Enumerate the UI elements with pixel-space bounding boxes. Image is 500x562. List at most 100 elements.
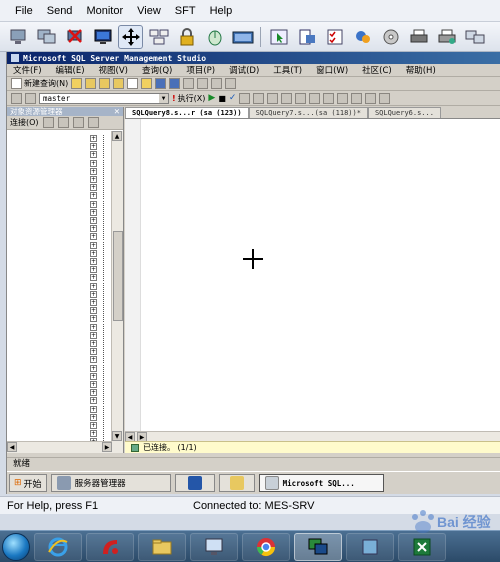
tree-expand-icon[interactable]: + (90, 397, 97, 405)
object-explorer-hscrollbar[interactable]: ◀ ▶ (7, 441, 112, 453)
comment-icon[interactable] (337, 92, 349, 104)
tree-expand-icon[interactable]: + (90, 364, 97, 372)
editor-hscrollbar[interactable]: ◀ ▶ (125, 431, 500, 442)
tree-expand-icon[interactable]: + (90, 233, 97, 241)
scroll-right-icon[interactable]: ▶ (102, 442, 112, 452)
results-text-icon[interactable] (267, 92, 279, 104)
connect-icon[interactable] (34, 25, 59, 49)
tree-expand-icon[interactable]: + (90, 315, 97, 323)
tree-expand-icon[interactable]: + (90, 340, 97, 347)
stop-icon[interactable]: ■ (218, 94, 226, 103)
template-icon[interactable] (211, 78, 223, 89)
tree-expand-icon[interactable]: + (90, 381, 97, 388)
tree-expand-icon[interactable]: + (90, 356, 97, 364)
refresh-icon[interactable] (87, 117, 99, 128)
tree-expand-icon[interactable]: + (90, 282, 97, 290)
tree-expand-icon[interactable]: + (90, 249, 97, 257)
parse-icon[interactable]: ✓ (229, 93, 237, 103)
remote-start-button[interactable]: ⊞ 开始 (9, 474, 47, 492)
results-file-icon[interactable] (295, 92, 307, 104)
analysis-query-icon[interactable] (99, 78, 111, 89)
tree-expand-icon[interactable]: + (90, 389, 97, 397)
screen-icon[interactable] (90, 25, 115, 49)
monitor-icon[interactable] (190, 532, 238, 561)
tab-sqlquery7[interactable]: SQLQuery7.s...(sa (118))* (248, 107, 368, 118)
ssms-menu-help[interactable]: 帮助(H) (406, 64, 436, 76)
ssms-menu-edit[interactable]: 编辑(E) (56, 64, 85, 76)
mouse-icon[interactable] (202, 25, 227, 49)
remote-viewer-icon[interactable] (294, 532, 342, 561)
disconnect-icon[interactable] (57, 117, 69, 128)
powershell-button[interactable] (174, 474, 215, 492)
tree-expand-icon[interactable]: + (90, 430, 97, 438)
ssms-menu-query[interactable]: 查询(Q) (142, 64, 172, 76)
puzzle-icon[interactable] (350, 25, 375, 49)
client-stats-icon[interactable] (323, 92, 335, 104)
display-plan-icon[interactable] (239, 92, 251, 104)
tree-expand-icon[interactable]: + (90, 135, 97, 142)
tree-expand-icon[interactable]: + (90, 372, 97, 380)
properties-icon[interactable] (183, 78, 195, 89)
folder-icon[interactable] (138, 532, 186, 561)
checklist-icon[interactable] (322, 25, 347, 49)
tree-expand-icon[interactable]: + (90, 307, 97, 315)
tree-expand-icon[interactable]: + (90, 200, 97, 208)
db-query-icon[interactable] (85, 78, 97, 89)
uncomment-icon[interactable] (351, 92, 363, 104)
tree-expand-icon[interactable]: + (90, 331, 97, 339)
menu-sft[interactable]: SFT (168, 5, 203, 17)
scroll-thumb[interactable] (113, 231, 123, 321)
tree-expand-icon[interactable]: + (90, 422, 97, 429)
scroll-up-icon[interactable]: ▲ (112, 131, 122, 141)
app-red-icon[interactable] (86, 532, 134, 561)
disconnect-icon[interactable] (62, 25, 87, 49)
app-blank-icon[interactable] (346, 532, 394, 561)
include-plan-icon[interactable] (309, 92, 321, 104)
open-file-icon[interactable] (141, 78, 153, 89)
new-query-button[interactable]: 新建查询(N) (11, 78, 68, 89)
file-icon[interactable] (127, 78, 139, 89)
move-icon[interactable] (118, 24, 143, 49)
toolbox-icon[interactable] (197, 78, 209, 89)
cursor-icon[interactable] (266, 25, 291, 49)
filter-icon[interactable] (72, 117, 84, 128)
snapshot-icon[interactable] (294, 25, 319, 49)
ssms-menu-community[interactable]: 社区(C) (362, 64, 392, 76)
tree-expand-icon[interactable]: + (90, 405, 97, 413)
tree-expand-icon[interactable]: + (90, 290, 97, 298)
scroll-down-icon[interactable]: ▼ (112, 431, 122, 441)
registered-servers-icon[interactable] (225, 78, 237, 89)
tree-expand-icon[interactable]: + (90, 167, 97, 175)
connect-dropdown[interactable]: 连接(O) (10, 117, 39, 128)
database-select[interactable]: master ▼ (39, 92, 169, 104)
server-manager-button[interactable]: 服务器管理器 (50, 474, 171, 492)
execute-button[interactable]: ! 执行(X) (172, 93, 205, 104)
ssms-menu-project[interactable]: 项目(P) (186, 64, 215, 76)
save-all-icon[interactable] (169, 78, 181, 89)
ssms-menu-window[interactable]: 窗口(W) (316, 64, 348, 76)
menu-view[interactable]: View (130, 5, 168, 17)
cd-icon[interactable] (378, 25, 403, 49)
printer-icon[interactable] (406, 25, 431, 49)
save-icon[interactable] (155, 78, 167, 89)
tree-expand-icon[interactable]: + (90, 348, 97, 356)
ssms-menu-view[interactable]: 视图(V) (99, 64, 128, 76)
chrome-icon[interactable] (242, 532, 290, 561)
ssms-menu-tools[interactable]: 工具(T) (273, 64, 302, 76)
tree-expand-icon[interactable]: + (90, 143, 97, 151)
tab-sqlquery6[interactable]: SQLQuery6.s... (367, 107, 441, 118)
tree-expand-icon[interactable]: + (90, 258, 97, 265)
indent-icon[interactable] (365, 92, 377, 104)
start-orb-icon[interactable] (2, 532, 30, 561)
tree-expand-icon[interactable]: + (90, 323, 97, 331)
tree-expand-icon[interactable]: + (90, 159, 97, 167)
screens-icon[interactable] (462, 25, 487, 49)
mdx-query-icon[interactable] (113, 78, 125, 89)
outdent-icon[interactable] (379, 92, 391, 104)
open-icon[interactable] (71, 78, 83, 89)
menu-send[interactable]: Send (40, 5, 80, 17)
results-grid-icon[interactable] (281, 92, 293, 104)
printer2-icon[interactable] (434, 25, 459, 49)
ie-icon[interactable] (34, 532, 82, 561)
explorer-button[interactable] (218, 474, 255, 492)
